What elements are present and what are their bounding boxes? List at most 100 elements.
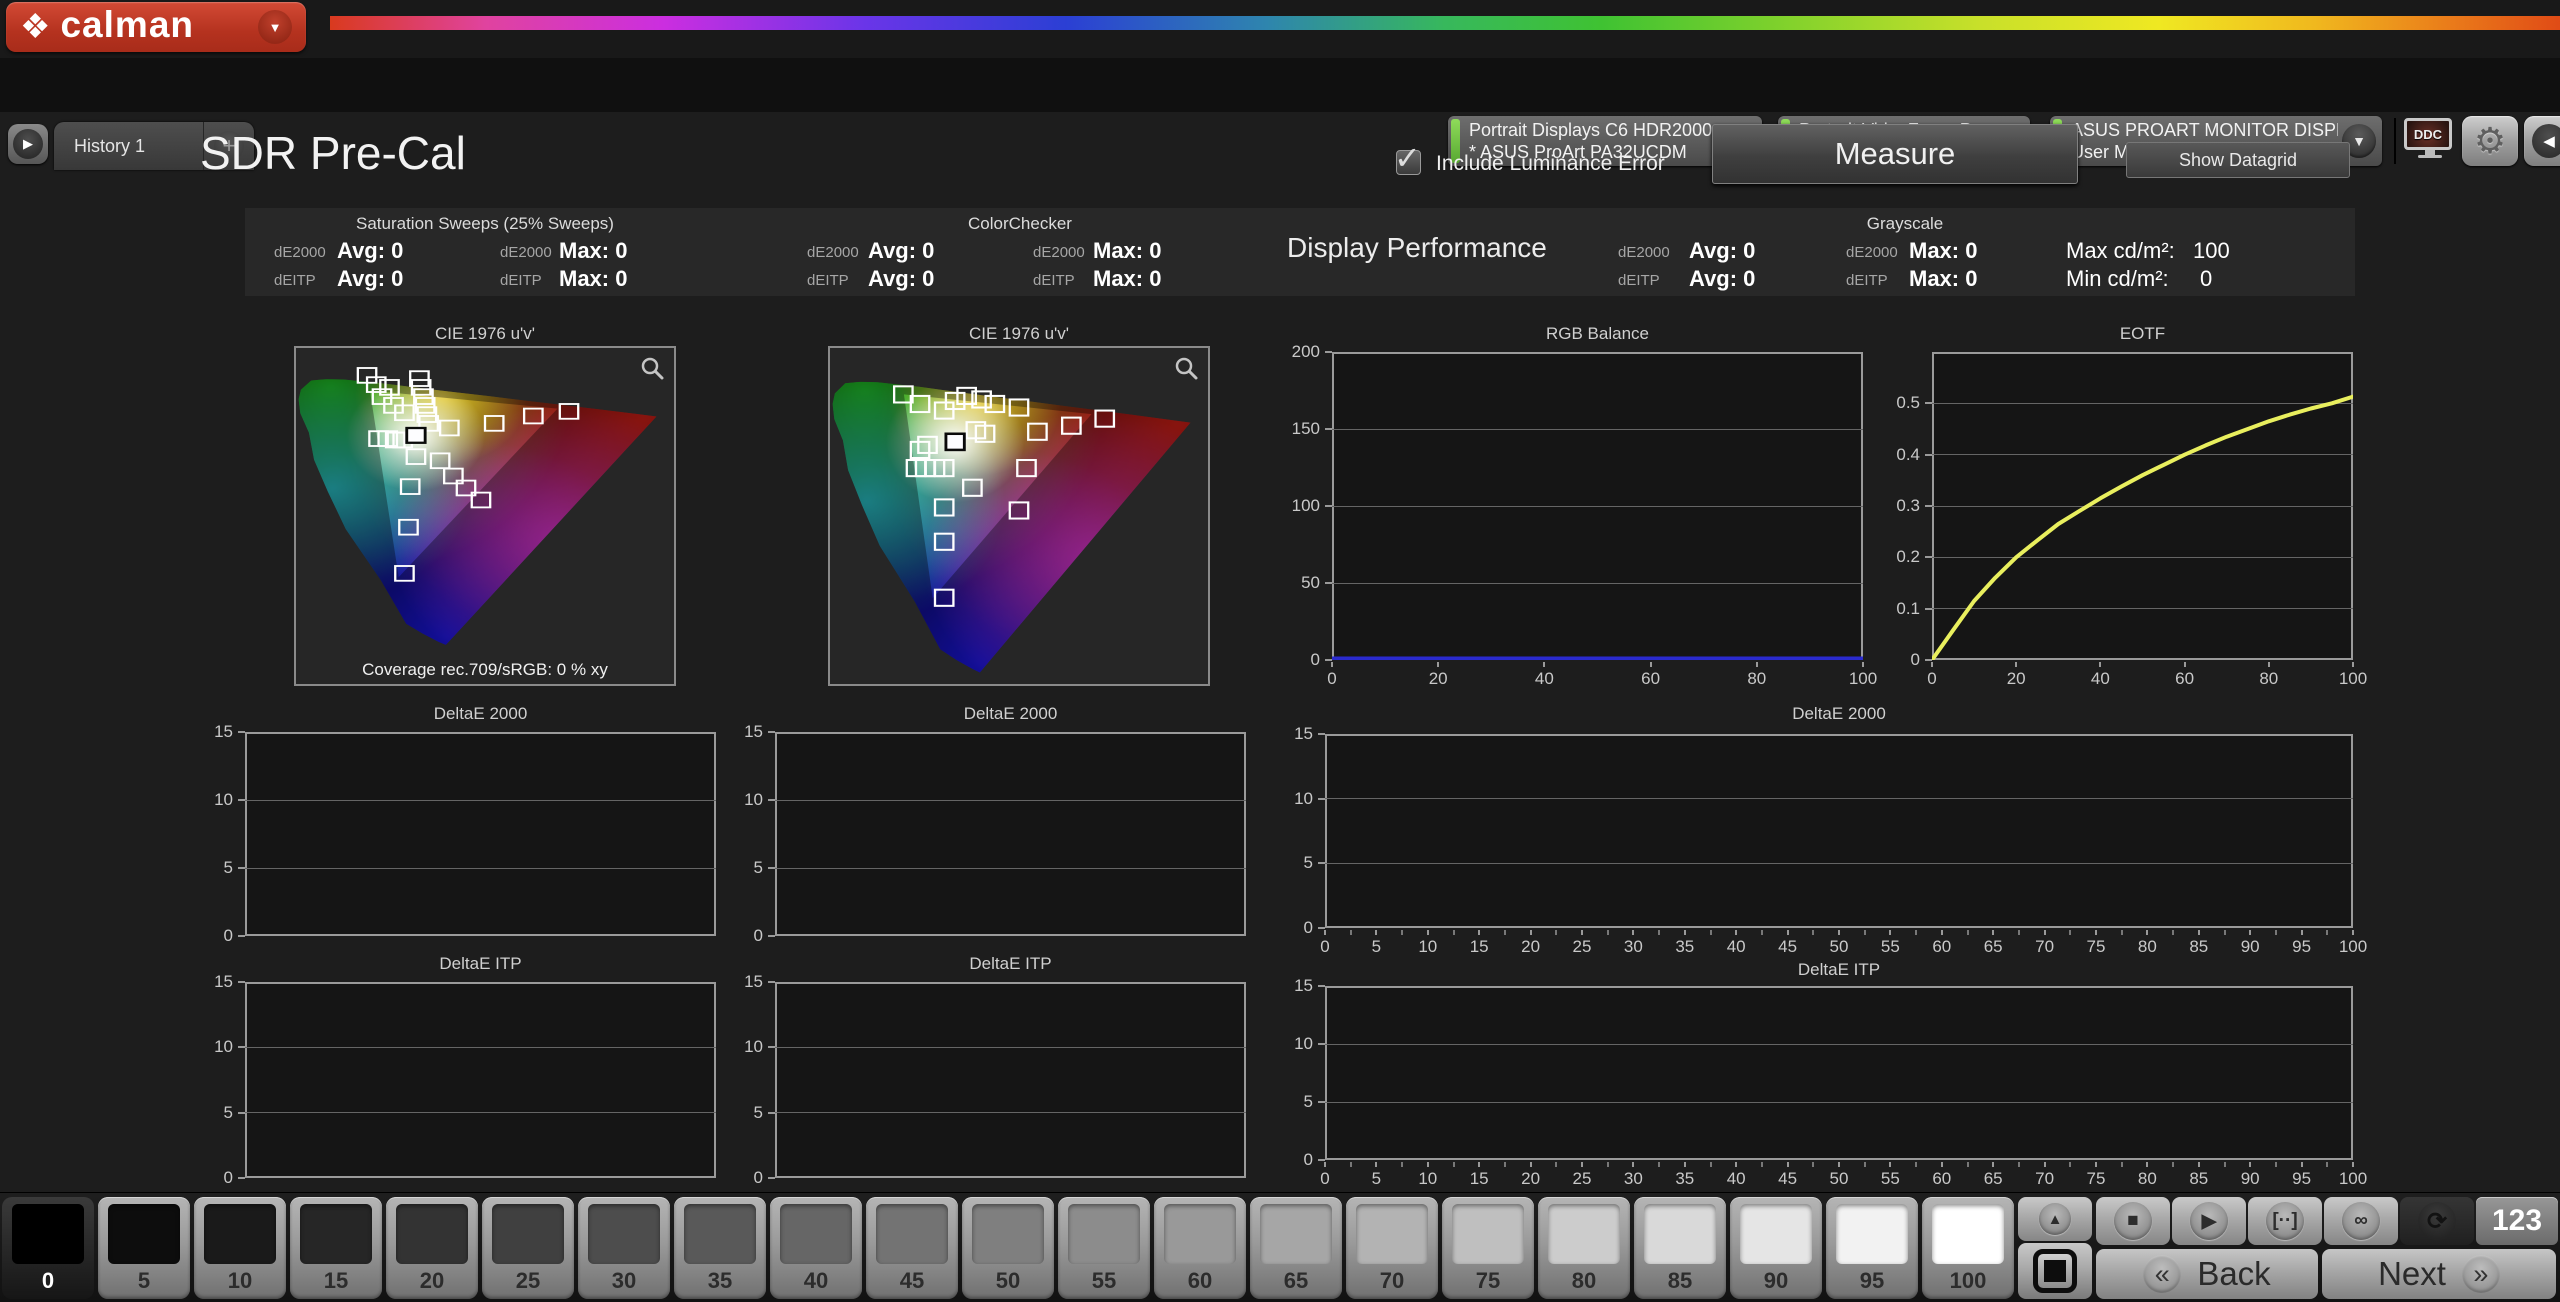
tick-mark [1318,862,1325,864]
tick-mark [1318,927,1325,929]
measure-button[interactable]: Measure [1712,124,2078,184]
metric-key: dEITP [1033,272,1075,289]
session-play-button[interactable]: ▶ [8,124,48,164]
pattern-step-45[interactable]: 45 [866,1197,958,1299]
sync-button[interactable]: ⟳ [2400,1197,2474,1245]
tick-mark [1787,930,1789,935]
pattern-step-60[interactable]: 60 [1154,1197,1246,1299]
gridline [775,1112,1246,1113]
zoom-icon[interactable] [640,356,666,387]
continuous-measure-button[interactable]: ∞ [2324,1197,2398,1245]
tick-mark [1862,662,1864,667]
tick-mark [238,935,245,937]
tick-mark [768,981,775,983]
stop-button[interactable]: ■ [2096,1197,2170,1245]
pattern-step-75[interactable]: 75 [1442,1197,1534,1299]
next-button[interactable]: Next » [2322,1249,2556,1299]
settings-button[interactable]: ⚙ [2462,116,2518,166]
minor-tick-mark [1761,1162,1763,1167]
minor-tick-mark [1812,1162,1814,1167]
tick-mark [1543,662,1545,667]
min-luminance-value: 0 [2200,266,2212,292]
tick-mark [1427,930,1429,935]
y-axis-tick-label: 0 [181,925,233,947]
pattern-swatch [1260,1204,1332,1264]
play-button[interactable]: ▶ [2172,1197,2246,1245]
step-measure-button[interactable]: [··] [2248,1197,2322,1245]
minor-tick-mark [1401,930,1403,935]
cie-horseshoe-diagram [298,350,672,650]
gridline [1325,1102,2353,1103]
minor-tick-mark [1607,930,1609,935]
include-luminance-error-checkbox[interactable]: ✓ [1396,150,1421,175]
zoom-icon[interactable] [1174,356,1200,387]
tick-mark [2198,930,2200,935]
tick-mark [1632,930,1634,935]
calman-menu-button[interactable]: ❖ calman ▼ [6,2,306,52]
pattern-window-up-button[interactable]: ▲ [2018,1197,2092,1241]
pattern-step-15[interactable]: 15 [290,1197,382,1299]
show-datagrid-button[interactable]: Show Datagrid [2126,142,2350,178]
min-luminance-label: Min cd/m²: [2066,266,2169,292]
tick-mark [238,799,245,801]
deltae2000-grayscale-chart: DeltaE 200005101505101520253035404550556… [1261,702,2355,958]
pattern-step-65[interactable]: 65 [1250,1197,1342,1299]
back-label: Back [2197,1255,2270,1293]
minor-tick-mark [2018,1162,2020,1167]
page-title: SDR Pre-Cal [200,126,466,180]
next-label: Next [2378,1255,2446,1293]
x-axis-tick-label: 70 [2020,937,2070,957]
ddc-control-button[interactable]: DDC [2404,118,2456,166]
collapse-panel-button[interactable]: ◀ [2524,116,2560,166]
play-icon: ▶ [13,129,43,159]
back-button[interactable]: « Back [2096,1249,2318,1299]
x-axis-tick-label: 10 [1403,937,1453,957]
pattern-step-20[interactable]: 20 [386,1197,478,1299]
pattern-bottom-bar: 0510152025303540455055606570758085909510… [0,1192,2560,1302]
minor-tick-mark [1350,1162,1352,1167]
minor-tick-mark [2069,1162,2071,1167]
pattern-step-0[interactable]: 0 [2,1197,94,1299]
x-axis-tick-label: 95 [2277,1169,2327,1189]
x-axis-tick-label: 100 [2328,1169,2378,1189]
pattern-step-30[interactable]: 30 [578,1197,670,1299]
tick-mark [1931,662,1933,667]
metric-value: Max: 0 [1909,266,1977,292]
pattern-step-25[interactable]: 25 [482,1197,574,1299]
pattern-step-50[interactable]: 50 [962,1197,1054,1299]
pattern-step-35[interactable]: 35 [674,1197,766,1299]
tick-mark [2301,1162,2303,1167]
tick-mark [1318,733,1325,735]
pattern-window-button[interactable] [2018,1243,2092,1299]
pattern-step-95[interactable]: 95 [1826,1197,1918,1299]
grayscale-title: Grayscale [1705,214,2105,234]
chevron-double-right-icon: » [2462,1255,2500,1293]
ddc-monitor-icon: DDC [2404,118,2452,150]
x-axis-tick-label: 0 [1307,669,1357,689]
pattern-step-5[interactable]: 5 [98,1197,190,1299]
chart-plot-area [1325,986,2353,1160]
pattern-step-80[interactable]: 80 [1538,1197,1630,1299]
window-pattern-icon [2033,1249,2077,1293]
metric-key: dE2000 [1618,244,1670,261]
tick-mark [768,867,775,869]
infinity-icon: ∞ [2342,1202,2380,1240]
measure-counter: 123 [2476,1197,2558,1245]
pattern-step-85[interactable]: 85 [1634,1197,1726,1299]
x-axis-tick-label: 50 [1814,937,1864,957]
minor-tick-mark [1812,930,1814,935]
x-axis-tick-label: 60 [1917,937,1967,957]
tick-mark [1318,985,1325,987]
pattern-step-label: 100 [1922,1268,2014,1294]
pattern-step-70[interactable]: 70 [1346,1197,1438,1299]
minor-tick-mark [1658,930,1660,935]
tick-mark [238,1112,245,1114]
pattern-step-10[interactable]: 10 [194,1197,286,1299]
pattern-step-40[interactable]: 40 [770,1197,862,1299]
pattern-step-55[interactable]: 55 [1058,1197,1150,1299]
tab-row: ▶ History 1 + Portrait Displays C6 HDR20… [0,58,2560,112]
pattern-step-100[interactable]: 100 [1922,1197,2014,1299]
calman-logo-icon: ❖ [20,10,50,44]
spectrum-gradient-bar [330,16,2560,30]
pattern-step-90[interactable]: 90 [1730,1197,1822,1299]
